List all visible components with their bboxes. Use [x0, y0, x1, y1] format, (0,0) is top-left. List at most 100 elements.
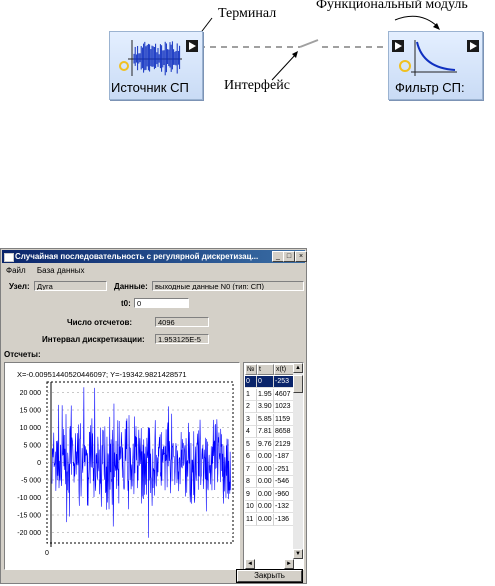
table-cell: 9	[245, 488, 257, 501]
table-row[interactable]: 1 1.95 4607	[244, 388, 294, 401]
table-cell: 4607	[274, 388, 294, 401]
table-cell: 0.00	[257, 451, 274, 463]
scroll-thumb[interactable]	[293, 375, 303, 393]
table-cell: 0.00	[257, 513, 274, 526]
table-cell: -136	[274, 513, 294, 526]
y-tick-label: -20 000	[17, 530, 41, 537]
table-cell: -253	[274, 376, 294, 388]
table-row[interactable]: 7 0.00 -251	[244, 463, 294, 476]
samples-table[interactable]: № t x(t) 0 0 -253 1 1.95 4607 2 3.90 1023 3 5.85 11…	[243, 362, 304, 570]
filter-block-label: Фильтр СП:	[395, 80, 465, 95]
close-window-button[interactable]: ×	[295, 251, 307, 262]
table-cell: 0	[257, 376, 274, 388]
y-tick-label: 0	[37, 460, 41, 467]
table-row[interactable]: 4 7.81 8658	[244, 426, 294, 438]
table-row[interactable]: 0 0 -253	[244, 376, 294, 388]
menu-database[interactable]: База данных	[37, 266, 85, 275]
table-cell: 1	[245, 388, 257, 401]
table-cell: 11	[245, 513, 257, 526]
module-diagram: Источник СП Фильтр СП: Терминал Функцион…	[0, 0, 495, 130]
close-button[interactable]: Закрыть	[236, 569, 303, 583]
interval-label: Интервал дискретизации:	[42, 335, 145, 344]
y-tick-label: 10 000	[20, 425, 42, 432]
table-row[interactable]: 2 3.90 1023	[244, 401, 294, 413]
x-tick-label: 0	[45, 550, 49, 557]
module-arrow	[394, 15, 439, 28]
table-cell: 0.00	[257, 501, 274, 513]
menubar: Файл База данных	[2, 265, 305, 276]
table-cell: 0.00	[257, 488, 274, 501]
table-row[interactable]: 8 0.00 -546	[244, 476, 294, 488]
terminal-annotation: Терминал	[218, 6, 277, 21]
y-tick-label: -10 000	[17, 495, 41, 502]
window-titlebar[interactable]: Случайная последовательность с регулярно…	[2, 250, 305, 263]
y-tick-label: -15 000	[17, 513, 41, 520]
table-cell: 0.00	[257, 476, 274, 488]
input-port[interactable]	[392, 40, 404, 52]
window-icon	[4, 253, 14, 262]
table-cell: 1159	[274, 413, 294, 426]
interface-arrow	[271, 53, 297, 81]
data-label: Данные:	[114, 282, 148, 291]
scroll-left-button[interactable]: ◄	[245, 559, 255, 569]
table-cell: -546	[274, 476, 294, 488]
window-title: Случайная последовательность с регулярно…	[15, 252, 259, 261]
table-cell: 0	[245, 376, 257, 388]
count-field: 4096	[155, 317, 209, 327]
count-label: Число отсчетов:	[67, 318, 133, 327]
table-vertical-scrollbar[interactable]: ▲ ▼	[293, 363, 303, 559]
table-row[interactable]: 5 9.76 2129	[244, 438, 294, 451]
t0-field[interactable]: 0	[134, 298, 189, 308]
table-cell: 8	[245, 476, 257, 488]
interval-field: 1.953125E-5	[155, 334, 209, 344]
samples-plot[interactable]: X=-0.00951440520446097; Y=-19342.9821428…	[4, 362, 240, 570]
connector-switch	[299, 39, 319, 48]
table-cell: 5	[245, 438, 257, 451]
functional-module-annotation: Функциональный модуль	[316, 0, 468, 12]
table-cell: -251	[274, 463, 294, 476]
table-cell: 7	[245, 463, 257, 476]
y-tick-label: -5 000	[21, 478, 41, 485]
y-tick-label: 5 000	[23, 443, 41, 450]
table-row[interactable]: 6 0.00 -187	[244, 451, 294, 463]
table-row[interactable]: 11 0.00 -136	[244, 513, 294, 526]
scroll-right-button[interactable]: ►	[284, 559, 294, 569]
cursor-readout: X=-0.00951440520446097; Y=-19342.9821428…	[17, 370, 187, 379]
table-cell: 6	[245, 451, 257, 463]
output-port[interactable]	[467, 40, 479, 52]
maximize-button[interactable]: □	[283, 251, 295, 262]
table-cell: 1023	[274, 401, 294, 413]
t0-label: t0:	[121, 299, 131, 308]
table-cell: 9.76	[257, 438, 274, 451]
table-cell: 2129	[274, 438, 294, 451]
table-cell: 3.90	[257, 401, 274, 413]
scroll-down-button[interactable]: ▼	[293, 549, 303, 559]
col-header-index[interactable]: №	[245, 364, 257, 375]
table-cell: 10	[245, 501, 257, 513]
interface-annotation: Интерфейс	[224, 78, 290, 93]
plot-canvas: X=-0.00951440520446097; Y=-19342.9821428…	[17, 370, 234, 557]
filter-block[interactable]: Фильтр СП:	[388, 31, 483, 100]
table-cell: -132	[274, 501, 294, 513]
table-row[interactable]: 10 0.00 -132	[244, 501, 294, 513]
table-cell: 0.00	[257, 463, 274, 476]
samples-label: Отсчеты:	[4, 350, 41, 359]
y-tick-label: 20 000	[20, 390, 42, 397]
col-header-x[interactable]: x(t)	[274, 364, 294, 375]
table-cell: 8658	[274, 426, 294, 438]
table-cell: 2	[245, 401, 257, 413]
table-cell: 5.85	[257, 413, 274, 426]
table-row[interactable]: 3 5.85 1159	[244, 413, 294, 426]
col-header-t[interactable]: t	[257, 364, 274, 375]
table-row[interactable]: 9 0.00 -960	[244, 488, 294, 501]
scroll-up-button[interactable]: ▲	[293, 363, 303, 373]
menu-file[interactable]: Файл	[6, 266, 26, 275]
table-cell: -187	[274, 451, 294, 463]
table-cell: 3	[245, 413, 257, 426]
source-block-label: Источник СП	[111, 80, 189, 95]
source-block[interactable]: Источник СП	[109, 31, 203, 100]
data-field: выходные данные N0 (тип: СП)	[152, 281, 304, 291]
output-port[interactable]	[186, 40, 198, 52]
node-label: Узел:	[9, 282, 30, 291]
node-field: Дуга	[34, 281, 107, 291]
